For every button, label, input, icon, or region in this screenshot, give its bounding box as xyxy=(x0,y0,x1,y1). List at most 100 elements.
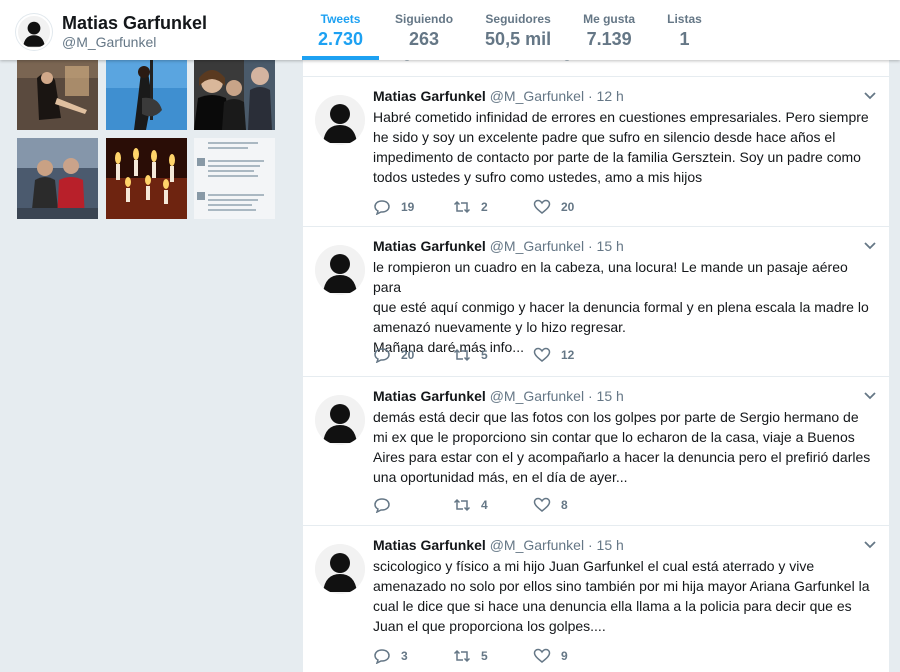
tweet-actions: 4 8 xyxy=(373,497,613,513)
tweet-timestamp[interactable]: 15 h xyxy=(597,388,624,404)
retweet-button[interactable]: 4 xyxy=(453,497,533,513)
stat-me-gusta[interactable]: Me gusta 7.139 xyxy=(567,0,651,60)
tweet-author-name[interactable]: Matias Garfunkel xyxy=(373,388,486,404)
previous-tweet-actions-partial xyxy=(303,55,889,76)
like-count: 8 xyxy=(561,498,568,512)
tweet-author-name[interactable]: Matias Garfunkel xyxy=(373,88,486,104)
reply-button[interactable]: 19 xyxy=(373,199,453,215)
tweet-header: Matias Garfunkel @M_Garfunkel · 15 h xyxy=(373,386,624,406)
reply-count: 3 xyxy=(401,649,408,663)
two-men-photo xyxy=(17,138,98,219)
tweet-text: Habré cometido infinidad de errores en c… xyxy=(373,107,879,187)
politicians-photo xyxy=(194,58,275,130)
tweet-text-line: todos ustedes y sufro como ustedes, amo … xyxy=(373,169,703,185)
media-thumbnail[interactable] xyxy=(106,138,187,219)
retweet-count: 5 xyxy=(481,348,488,362)
retweet-count: 4 xyxy=(481,498,488,512)
tweet-author-handle[interactable]: @M_Garfunkel xyxy=(490,88,584,104)
retweet-icon xyxy=(453,498,471,512)
reply-button[interactable] xyxy=(373,497,453,513)
tweet-timestamp[interactable]: 15 h xyxy=(597,537,624,553)
tweet-author-name[interactable]: Matias Garfunkel xyxy=(373,238,486,254)
retweet-icon xyxy=(453,348,471,362)
media-thumbnail[interactable] xyxy=(194,58,275,130)
reply-icon xyxy=(374,200,390,215)
heart-icon xyxy=(533,648,551,663)
media-thumbnail[interactable] xyxy=(106,58,187,130)
tweet-text-line: amenazó nuevamente y lo hizo regresar. xyxy=(373,319,626,335)
scrollbar[interactable] xyxy=(889,60,900,672)
tweet-avatar[interactable] xyxy=(315,395,365,445)
tweet-text-line: Juan el que proporciona los golpes.... xyxy=(373,618,606,634)
tweet-author-handle[interactable]: @M_Garfunkel xyxy=(490,388,584,404)
stat-seguidores[interactable]: Seguidores 50,5 mil xyxy=(469,0,567,60)
tweet-text-line: he sido y soy un excelente padre que suf… xyxy=(373,129,836,145)
stat-label: Tweets xyxy=(320,12,361,26)
retweet-button[interactable]: 5 xyxy=(453,648,533,664)
guitarist-photo xyxy=(106,58,187,130)
stat-value: 50,5 mil xyxy=(485,29,552,49)
like-button[interactable]: 9 xyxy=(533,648,613,664)
retweet-button[interactable]: 5 xyxy=(453,347,533,363)
retweet-button[interactable]: 2 xyxy=(453,199,533,215)
tweet-header: Matias Garfunkel @M_Garfunkel · 12 h xyxy=(373,86,624,106)
like-button[interactable]: 12 xyxy=(533,347,613,363)
retweet-count: 2 xyxy=(481,200,488,214)
chevron-down-icon[interactable] xyxy=(863,241,877,251)
retweet-count: 5 xyxy=(481,649,488,663)
stat-label: Seguidores xyxy=(485,12,551,26)
tweet[interactable]: Matias Garfunkel @M_Garfunkel · 12 h Hab… xyxy=(303,76,889,226)
tweet-text-line: impedimento de contacto por parte de la … xyxy=(373,149,861,165)
tweet-avatar[interactable] xyxy=(315,544,365,594)
media-thumbnail[interactable] xyxy=(194,138,275,219)
heart-icon xyxy=(533,199,551,214)
like-button[interactable]: 20 xyxy=(533,199,613,215)
tweet[interactable]: Matias Garfunkel @M_Garfunkel · 15 h le … xyxy=(303,226,889,376)
tweet-avatar[interactable] xyxy=(315,95,365,145)
avatar[interactable] xyxy=(16,14,52,50)
separator: · xyxy=(587,537,593,553)
chevron-down-icon[interactable] xyxy=(863,91,877,101)
profile-handle[interactable]: @M_Garfunkel xyxy=(62,33,207,51)
profile-card[interactable]: Matias Garfunkel @M_Garfunkel xyxy=(16,12,207,52)
reply-icon xyxy=(374,348,390,363)
stat-tweets[interactable]: Tweets 2.730 xyxy=(302,0,380,60)
tweet-timestamp[interactable]: 15 h xyxy=(597,238,624,254)
tweet-timeline: Matias Garfunkel @M_Garfunkel · 12 h Hab… xyxy=(303,55,889,672)
tweet-text-line: mi ex que le proporciono sin contar que … xyxy=(373,429,855,445)
tweet-text-line: Aires para estar con el y acompañarlo a … xyxy=(373,449,871,465)
stat-listas[interactable]: Listas 1 xyxy=(651,0,718,60)
partial-actions-icon xyxy=(404,55,570,61)
tweet-text-line: demás está decir que las fotos con los g… xyxy=(373,409,859,425)
like-button[interactable]: 8 xyxy=(533,497,613,513)
reply-button[interactable]: 3 xyxy=(373,648,453,664)
tweet-timestamp[interactable]: 12 h xyxy=(597,88,624,104)
tweet-text-line: scicologico y físico a mi hijo Juan Garf… xyxy=(373,558,815,574)
chevron-down-icon[interactable] xyxy=(863,391,877,401)
tweet-text-line: que esté aquí conmigo y hacer la denunci… xyxy=(373,299,869,315)
media-thumbnail[interactable] xyxy=(17,138,98,219)
media-thumbnail[interactable] xyxy=(17,58,98,130)
tweet-text: scicologico y físico a mi hijo Juan Garf… xyxy=(373,556,879,636)
tweet-screenshot-photo xyxy=(194,138,275,219)
tweet-author-handle[interactable]: @M_Garfunkel xyxy=(490,238,584,254)
tweet-actions: 3 5 9 xyxy=(373,648,613,664)
separator: · xyxy=(587,238,593,254)
tweet-text-line: amenazado no solo por ellos sino también… xyxy=(373,578,870,594)
stat-value: 7.139 xyxy=(586,29,632,49)
separator: · xyxy=(587,88,593,104)
reply-icon xyxy=(374,649,390,664)
tweet[interactable]: Matias Garfunkel @M_Garfunkel · 15 h sci… xyxy=(303,525,889,672)
tweet-author-name[interactable]: Matias Garfunkel xyxy=(373,537,486,553)
reply-button[interactable]: 20 xyxy=(373,347,453,363)
chevron-down-icon[interactable] xyxy=(863,540,877,550)
tweet[interactable]: Matias Garfunkel @M_Garfunkel · 15 h dem… xyxy=(303,376,889,525)
profile-name[interactable]: Matias Garfunkel xyxy=(62,13,207,33)
like-count: 20 xyxy=(561,200,575,214)
tweet-avatar[interactable] xyxy=(315,245,365,295)
stat-siguiendo[interactable]: Siguiendo 263 xyxy=(379,0,469,60)
like-count: 9 xyxy=(561,649,568,663)
stat-label: Me gusta xyxy=(583,12,636,26)
like-count: 12 xyxy=(561,348,575,362)
tweet-author-handle[interactable]: @M_Garfunkel xyxy=(490,537,584,553)
